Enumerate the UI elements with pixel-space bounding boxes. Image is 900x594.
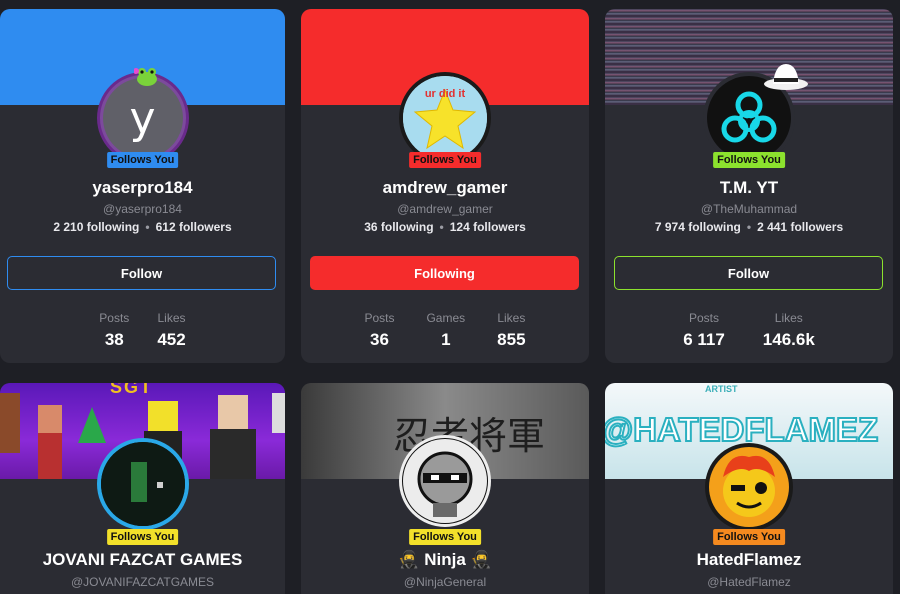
display-name[interactable]: 🥷 Ninja 🥷: [301, 550, 589, 570]
profile-stats: Posts 6 117 Likes 146.6k: [605, 311, 893, 350]
avatar-letter: y: [129, 92, 156, 144]
profile-card[interactable]: y Follows You yaserpro184 @yaserpro184 2…: [0, 9, 285, 363]
followers-count[interactable]: 2 441 followers: [757, 220, 843, 234]
stat-posts: Posts 6 117: [683, 311, 725, 350]
username-handle: @TheMuhammad: [700, 202, 798, 216]
profile-stats: Posts 36 Games 1 Likes 855: [301, 311, 589, 350]
hat-decoration-icon: [764, 64, 808, 90]
profile-stats: Posts 38 Likes 452: [0, 311, 285, 350]
following-count[interactable]: 7 974 following: [655, 220, 741, 234]
stat-label: Likes: [497, 311, 526, 325]
stat-games: Games 1: [426, 311, 465, 350]
profile-card[interactable]: 忍者将軍 Follows You 🥷 Ninja 🥷 @NinjaGeneral: [301, 383, 589, 594]
separator-dot: •: [145, 220, 150, 234]
biohazard-avatar-icon: [721, 91, 777, 143]
stat-value: 38: [104, 330, 124, 349]
stat-value: 146.6k: [762, 330, 815, 349]
follow-counts: 2 210 following • 612 followers: [0, 220, 285, 234]
follow-button[interactable]: Follow: [614, 256, 883, 290]
avatar[interactable]: [705, 443, 793, 531]
username-handle: @NinjaGeneral: [403, 575, 487, 589]
profile-card[interactable]: ur did it Follows You amdrew_gamer @amdr…: [301, 9, 589, 363]
follow-button[interactable]: Follow: [7, 256, 276, 290]
profile-card[interactable]: SGT Follows You JOVANI FAZCAT GAMES @JOV…: [0, 383, 285, 594]
avatar[interactable]: [703, 64, 808, 164]
follows-you-badge: Follows You: [409, 152, 481, 168]
follows-you-badge: Follows You: [106, 529, 179, 545]
username-handle: @HatedFlamez: [707, 575, 791, 589]
stat-likes: Likes 146.6k: [763, 311, 815, 350]
username-handle: @yaserpro184: [103, 202, 182, 216]
profile-grid: y Follows You yaserpro184 @yaserpro184 2…: [0, 0, 900, 594]
stat-value: 36: [370, 330, 389, 349]
avatar[interactable]: [96, 438, 189, 530]
profile-card[interactable]: Follows You T.M. YT @TheMuhammad 7 974 f…: [605, 9, 893, 363]
username-handle: @amdrew_gamer: [397, 202, 493, 216]
follows-you-badge: Follows You: [409, 529, 481, 545]
follow-counts: 7 974 following • 2 441 followers: [605, 220, 893, 234]
display-name[interactable]: yaserpro184: [0, 178, 285, 198]
follows-you-badge: Follows You: [713, 529, 785, 545]
follows-you-badge: Follows You: [713, 152, 785, 168]
follows-you-badge: Follows You: [106, 152, 179, 168]
stat-label: Likes: [157, 311, 186, 325]
stat-label: Likes: [774, 311, 803, 325]
following-button[interactable]: Following: [310, 256, 579, 290]
separator-dot: •: [746, 220, 752, 234]
following-count[interactable]: 2 210 following: [53, 220, 139, 234]
separator-dot: •: [439, 220, 444, 234]
stat-likes: Likes 452: [157, 311, 185, 350]
pixel-avatar-icon: [100, 442, 185, 526]
stat-label: Posts: [688, 311, 719, 325]
display-name[interactable]: HatedFlamez: [605, 550, 893, 570]
avatar[interactable]: ur did it: [399, 72, 491, 164]
avatar[interactable]: y: [96, 68, 189, 164]
frog-decoration-icon: [133, 68, 157, 86]
avatar[interactable]: [399, 435, 491, 527]
stat-posts: Posts 36: [364, 311, 394, 350]
display-name[interactable]: JOVANI FAZCAT GAMES: [0, 550, 285, 570]
display-name[interactable]: amdrew_gamer: [301, 178, 589, 198]
followers-count[interactable]: 124 followers: [450, 220, 526, 234]
stat-posts: Posts 38: [99, 311, 129, 350]
follow-counts: 36 following • 124 followers: [301, 220, 589, 234]
profile-card[interactable]: ARTIST @HATEDFLAMEZ Follows You HatedFla…: [605, 383, 893, 594]
stat-likes: Likes 855: [497, 311, 525, 350]
banner-subtext: ARTIST: [705, 384, 738, 394]
followers-count[interactable]: 612 followers: [156, 220, 232, 234]
username-handle: @JOVANIFAZCATGAMES: [70, 575, 215, 589]
avatar-caption: ur did it: [424, 88, 466, 100]
flame-face-avatar-icon: [723, 455, 775, 517]
following-count[interactable]: 36 following: [364, 220, 433, 234]
stat-value: 452: [157, 330, 186, 349]
stat-value: 1: [441, 330, 451, 349]
display-name[interactable]: T.M. YT: [605, 178, 893, 198]
stat-value: 6 117: [683, 330, 725, 349]
ninja-avatar-icon: [417, 451, 473, 517]
stat-label: Posts: [99, 311, 130, 325]
stat-value: 855: [497, 330, 526, 349]
stat-label: Games: [426, 311, 466, 325]
stat-label: Posts: [364, 311, 395, 325]
